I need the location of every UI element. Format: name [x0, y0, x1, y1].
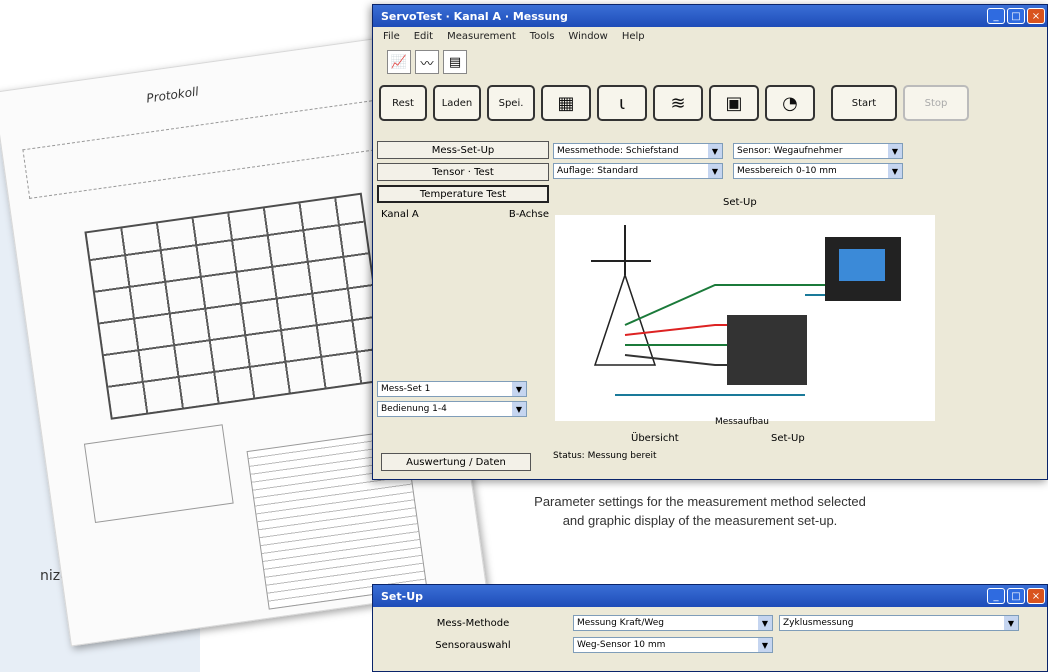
method-label: Mess-Methode [436, 617, 510, 629]
operation-select[interactable]: Bedienung 1-4 ▼ [377, 401, 527, 417]
sensor-select[interactable]: Sensor: Wegaufnehmer ▼ [733, 143, 903, 159]
method-select-2[interactable]: Messung Kraft/Weg ▼ [573, 615, 773, 631]
channel-row: Kanal A B-Achse [377, 207, 553, 222]
setup-button[interactable]: Mess-Set-Up [377, 141, 549, 159]
stop-button[interactable]: Stop [903, 85, 969, 121]
setup-diagram-svg [591, 225, 901, 396]
method-select-value: Messmethode: Schiefstand [557, 146, 679, 156]
range-select-value: Messbereich 0-10 mm [737, 166, 837, 176]
chevron-down-icon: ▼ [758, 616, 772, 630]
chevron-down-icon: ▼ [512, 402, 526, 416]
sensor-select-value: Sensor: Wegaufnehmer [737, 146, 843, 156]
channel-label: Kanal A [381, 209, 419, 220]
chevron-down-icon: ▼ [888, 144, 902, 158]
doc-icon[interactable]: ▤ [443, 50, 467, 74]
chevron-down-icon: ▼ [708, 144, 722, 158]
maximize-button[interactable]: □ [1007, 8, 1025, 24]
menu-help[interactable]: Help [622, 31, 645, 42]
caption-line-1: Parameter settings for the measurement m… [534, 494, 866, 509]
setup-diagram [555, 215, 935, 421]
range-select[interactable]: Messbereich 0-10 mm ▼ [733, 163, 903, 179]
caption-line-2: and graphic display of the measurement s… [562, 513, 838, 528]
sensor-label: Sensorauswahl [435, 639, 511, 651]
chevron-down-icon: ▼ [708, 164, 722, 178]
report-plot [84, 192, 389, 420]
menu-bar: File Edit Measurement Tools Window Help [373, 27, 1047, 45]
chevron-down-icon: ▼ [758, 638, 772, 652]
wave-settings-icon[interactable]: ≋ [653, 85, 703, 121]
title-bar: ServoTest · Kanal A · Messung _ □ × [373, 5, 1047, 27]
method-row: Mess-Methode Messung Kraft/Weg ▼ Zyklusme… [373, 615, 1019, 631]
start-button[interactable]: Start [831, 85, 897, 121]
amplifier-box [727, 315, 807, 385]
close-button[interactable]: × [1027, 8, 1045, 24]
quick-toolbar: 📈 〰 ▤ [373, 45, 1047, 79]
setup-window: Set-Up _ □ × Mess-Methode Messung Kraft/… [372, 584, 1048, 672]
set-select-value: Mess-Set 1 [381, 384, 431, 394]
support-select-value: Auflage: Standard [557, 166, 639, 176]
menu-tools[interactable]: Tools [530, 31, 555, 42]
setup-view-button[interactable]: Set-Up [771, 433, 805, 444]
menu-file[interactable]: File [383, 31, 400, 42]
main-toolbar: Rest Laden Spei. ▦ ⍳ ≋ ▣ ◔ Start Stop [373, 79, 1047, 127]
chevron-down-icon: ▼ [1004, 616, 1018, 630]
report-title: Protokoll [145, 84, 200, 106]
sensor-select-2[interactable]: Weg-Sensor 10 mm ▼ [573, 637, 773, 653]
reset-button[interactable]: Rest [379, 85, 427, 121]
app-window: ServoTest · Kanal A · Messung _ □ × File… [372, 4, 1048, 480]
monitor-icon[interactable]: ▣ [709, 85, 759, 121]
setup-title-bar: Set-Up _ □ × [373, 585, 1047, 607]
save-button[interactable]: Spei. [487, 85, 535, 121]
probe-icon[interactable]: ⍳ [597, 85, 647, 121]
minimize-button[interactable]: _ [987, 8, 1005, 24]
menu-edit[interactable]: Edit [414, 31, 433, 42]
gauge-icon[interactable]: ◔ [765, 85, 815, 121]
diagram-caption: Messaufbau [715, 417, 769, 427]
setup-window-title: Set-Up [381, 589, 424, 603]
window-title: ServoTest · Kanal A · Messung [381, 9, 568, 23]
menu-window[interactable]: Window [568, 31, 607, 42]
sensor-row: Sensorauswahl Weg-Sensor 10 mm ▼ [373, 637, 773, 653]
tensor-test-button[interactable]: Tensor · Test [377, 163, 549, 181]
temperature-test-button[interactable]: Temperature Test [377, 185, 549, 203]
report-info-box [83, 424, 234, 523]
operation-select-value: Bedienung 1-4 [381, 404, 447, 414]
diagram-title: Set-Up [723, 197, 757, 208]
cycle-select[interactable]: Zyklusmessung ▼ [779, 615, 1019, 631]
evaluation-button[interactable]: Auswertung / Daten [381, 453, 531, 471]
close-button[interactable]: × [1027, 588, 1045, 604]
status-text: Status: Messung bereit [553, 451, 657, 461]
overview-button[interactable]: Übersicht [631, 433, 679, 444]
menu-measurement[interactable]: Measurement [447, 31, 516, 42]
chart-icon[interactable]: 📈 [387, 50, 411, 74]
chevron-down-icon: ▼ [888, 164, 902, 178]
support-select[interactable]: Auflage: Standard ▼ [553, 163, 723, 179]
chevron-down-icon: ▼ [512, 382, 526, 396]
set-select[interactable]: Mess-Set 1 ▼ [377, 381, 527, 397]
print-icon[interactable]: ▦ [541, 85, 591, 121]
method-select[interactable]: Messmethode: Schiefstand ▼ [553, 143, 723, 159]
minimize-button[interactable]: _ [987, 588, 1005, 604]
figure-caption: Parameter settings for the measurement m… [520, 492, 880, 530]
left-panel: Mess-Set-Up Tensor · Test Temperature Te… [377, 141, 553, 477]
sensor-select-2-value: Weg-Sensor 10 mm [577, 640, 666, 650]
report-header-box [22, 96, 404, 199]
maximize-button[interactable]: □ [1007, 588, 1025, 604]
load-button[interactable]: Laden [433, 85, 481, 121]
method-select-2-value: Messung Kraft/Weg [577, 618, 664, 628]
cycle-select-value: Zyklusmessung [783, 618, 854, 628]
channel-value[interactable]: B-Achse [509, 209, 549, 220]
wave-icon[interactable]: 〰 [415, 50, 439, 74]
